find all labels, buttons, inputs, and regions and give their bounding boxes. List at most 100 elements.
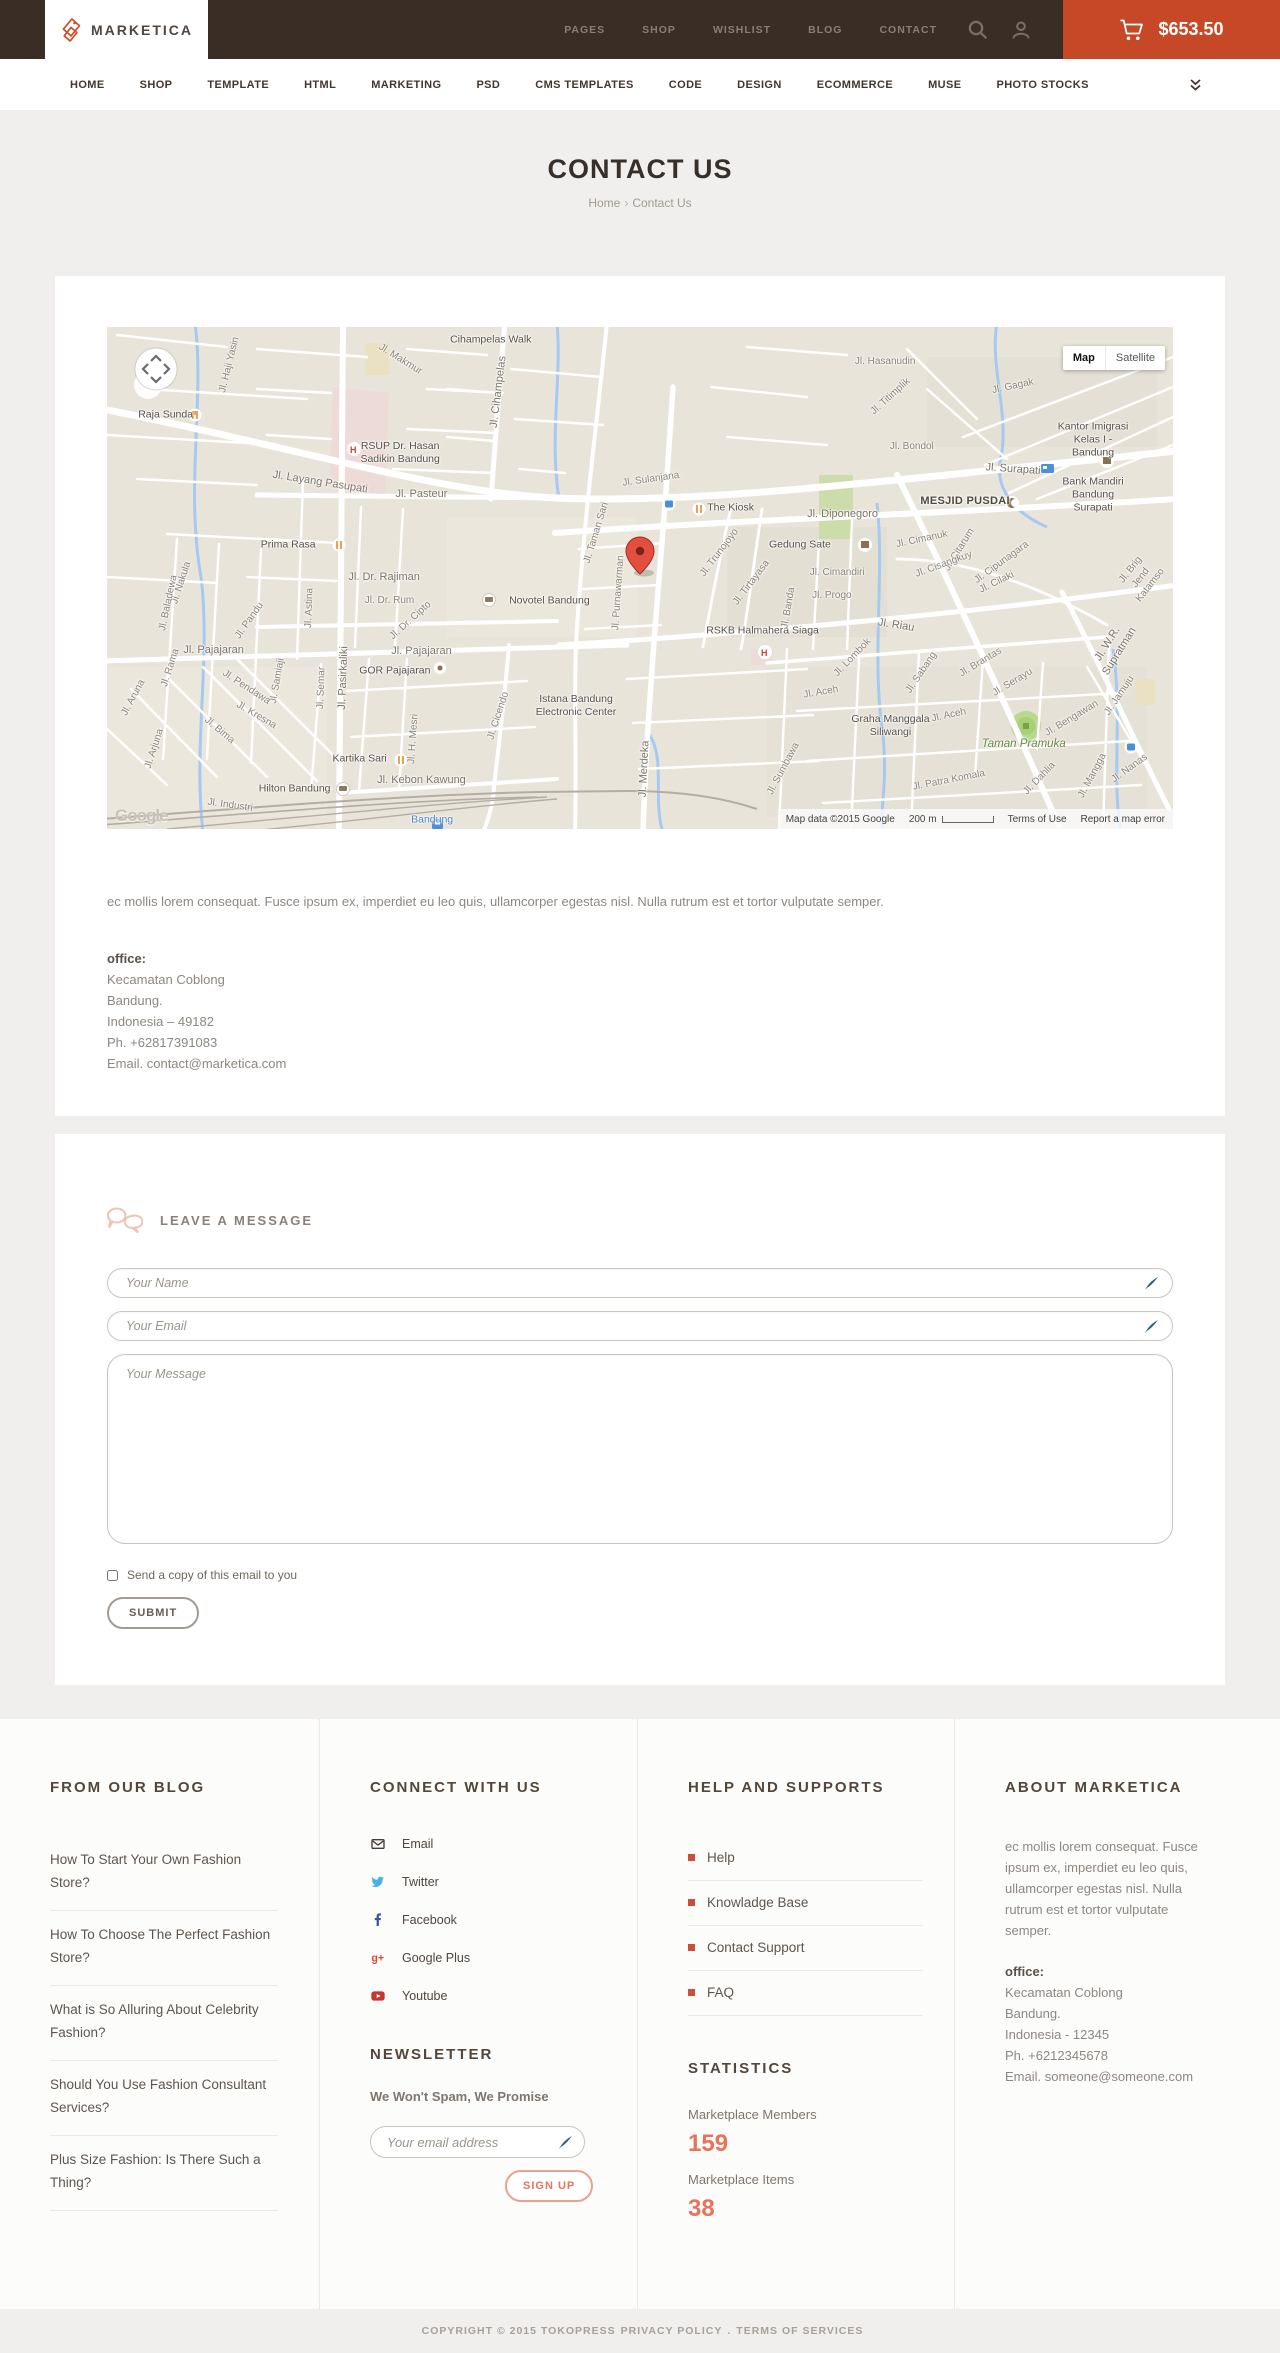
map-scale: 200 m bbox=[909, 814, 994, 825]
map-canvas[interactable]: H H bbox=[107, 327, 1173, 829]
help-list: Help Knowladge Base Contact Support FAQ bbox=[688, 1836, 923, 2016]
social-icon bbox=[370, 1988, 386, 2004]
blog-post-link[interactable]: Should You Use Fashion Consultant Servic… bbox=[50, 2077, 266, 2115]
blog-post-link[interactable]: How To Choose The Perfect Fashion Store? bbox=[50, 1927, 270, 1965]
address-line: Bandung. bbox=[1005, 2006, 1061, 2021]
map-type-control: Map Satellite bbox=[1062, 346, 1165, 370]
blog-list-item: How To Start Your Own Fashion Store? bbox=[50, 1836, 278, 1911]
contact-card: H H Cihampelas Walk Jl. Hasanudin Jl. Ci… bbox=[55, 276, 1225, 1116]
shopping-poi-icon bbox=[1124, 740, 1138, 754]
newsletter-email-input[interactable] bbox=[370, 2126, 585, 2158]
statistic-item: Marketplace Members 159 bbox=[688, 2107, 926, 2158]
submit-button[interactable]: SUBMIT bbox=[107, 1597, 200, 1629]
terms-of-use-link[interactable]: Terms of Use bbox=[1008, 814, 1067, 825]
social-link[interactable]: Google Plus bbox=[402, 1951, 470, 1965]
send-copy-label: Send a copy of this email to you bbox=[127, 1568, 298, 1582]
social-link[interactable]: Facebook bbox=[402, 1913, 457, 1927]
social-list-item[interactable]: Google Plus bbox=[370, 1950, 609, 1966]
blog-post-link[interactable]: Plus Size Fashion: Is There Such a Thing… bbox=[50, 2152, 261, 2190]
category-nav-link[interactable]: SHOP bbox=[140, 79, 173, 91]
help-link[interactable]: Contact Support bbox=[707, 1940, 805, 1955]
category-nav-link[interactable]: TEMPLATE bbox=[207, 79, 269, 91]
newsletter-heading: NEWSLETTER bbox=[370, 2046, 494, 2063]
more-categories-button[interactable] bbox=[1189, 78, 1202, 92]
office-address-block: office: Kecamatan Coblong Bandung. Indones… bbox=[107, 948, 1173, 1074]
page-title: CONTACT US bbox=[547, 154, 733, 184]
top-nav-link[interactable]: SHOP bbox=[642, 24, 676, 36]
google-map[interactable]: H H Cihampelas Walk Jl. Hasanudin Jl. Ci… bbox=[107, 327, 1173, 829]
breadcrumb-current: Contact Us bbox=[632, 196, 692, 210]
cart-icon bbox=[1120, 19, 1144, 40]
satellite-view-button[interactable]: Satellite bbox=[1104, 346, 1165, 370]
google-logo[interactable]: Google bbox=[115, 806, 169, 826]
privacy-policy-link[interactable]: PRIVACY POLICY bbox=[621, 2325, 723, 2337]
category-nav-link[interactable]: MUSE bbox=[928, 79, 961, 91]
social-list-item[interactable]: Twitter bbox=[370, 1874, 609, 1890]
category-nav-link[interactable]: MARKETING bbox=[371, 79, 441, 91]
hospital-poi-icon: H bbox=[758, 645, 772, 659]
top-nav-link[interactable]: PAGES bbox=[564, 24, 605, 36]
statistic-value: 159 bbox=[688, 2130, 729, 2157]
svg-text:H: H bbox=[761, 648, 768, 658]
address-line: Email. someone@someone.com bbox=[1005, 2069, 1194, 2084]
cart-button[interactable]: $653.50 bbox=[1063, 0, 1280, 59]
category-nav-link[interactable]: HOME bbox=[70, 79, 105, 91]
address-line: Kecamatan Coblong bbox=[1005, 1985, 1123, 2000]
map-view-button[interactable]: Map bbox=[1062, 346, 1105, 370]
bullet-square-icon bbox=[688, 1989, 695, 1996]
social-list-item[interactable]: Email bbox=[370, 1836, 609, 1852]
social-list-item[interactable]: Facebook bbox=[370, 1912, 609, 1928]
category-nav-link[interactable]: ECOMMERCE bbox=[817, 79, 893, 91]
breadcrumb-home-link[interactable]: Home bbox=[588, 196, 620, 210]
help-link[interactable]: Help bbox=[707, 1850, 735, 1865]
restaurant-poi-icon bbox=[188, 408, 202, 422]
about-heading: ABOUT MARKETICA bbox=[1005, 1779, 1183, 1796]
address-line: Ph. +62817391083 bbox=[107, 1035, 218, 1050]
category-nav-link[interactable]: PSD bbox=[476, 79, 500, 91]
social-list-item[interactable]: Youtube bbox=[370, 1988, 609, 2004]
send-copy-checkbox[interactable] bbox=[107, 1569, 118, 1581]
address-line: Bandung. bbox=[107, 993, 163, 1008]
social-link[interactable]: Youtube bbox=[402, 1989, 447, 2003]
category-nav-link[interactable]: DESIGN bbox=[737, 79, 782, 91]
category-nav: HOME SHOP TEMPLATE HTML MARKETING PSD CMS TEMP… bbox=[0, 59, 1280, 110]
message-textarea[interactable] bbox=[107, 1354, 1173, 1544]
statistics-heading: STATISTICS bbox=[688, 2060, 794, 2077]
name-input[interactable] bbox=[107, 1268, 1173, 1298]
pen-icon bbox=[1144, 1276, 1159, 1291]
signup-button[interactable]: SIGN UP bbox=[505, 2170, 594, 2202]
category-nav-link[interactable]: PHOTO STOCKS bbox=[996, 79, 1088, 91]
statistic-label: Marketplace Members bbox=[688, 2107, 817, 2122]
brand-logo[interactable]: MARKETICA bbox=[45, 0, 208, 59]
office-label: office: bbox=[1005, 1964, 1044, 1979]
blog-list-item: Should You Use Fashion Consultant Servic… bbox=[50, 2061, 278, 2136]
blog-post-link[interactable]: How To Start Your Own Fashion Store? bbox=[50, 1852, 241, 1890]
help-link[interactable]: Knowladge Base bbox=[707, 1895, 808, 1910]
bank-poi-icon bbox=[1041, 464, 1054, 473]
blog-post-link[interactable]: What is So Alluring About Celebrity Fash… bbox=[50, 2002, 259, 2040]
category-nav-link[interactable]: CODE bbox=[669, 79, 702, 91]
statistics-list: Marketplace Members 159 Marketplace Item… bbox=[688, 2107, 926, 2223]
pen-icon bbox=[558, 2135, 573, 2150]
address-line: Kecamatan Coblong bbox=[107, 972, 225, 987]
top-nav-link[interactable]: CONTACT bbox=[879, 24, 937, 36]
blog-list-item: Plus Size Fashion: Is There Such a Thing… bbox=[50, 2136, 278, 2211]
top-nav-link[interactable]: BLOG bbox=[808, 24, 842, 36]
search-icon[interactable] bbox=[967, 19, 989, 41]
help-list-item: Help bbox=[688, 1836, 923, 1881]
blog-heading: FROM OUR BLOG bbox=[50, 1779, 206, 1796]
social-icon bbox=[370, 1836, 386, 1852]
hotel-poi-icon bbox=[336, 782, 350, 796]
map-scale-bar bbox=[941, 815, 994, 823]
email-input[interactable] bbox=[107, 1311, 1173, 1341]
top-nav-link[interactable]: WISHLIST bbox=[713, 24, 771, 36]
social-link[interactable]: Email bbox=[402, 1837, 433, 1851]
report-map-error-link[interactable]: Report a map error bbox=[1081, 814, 1165, 825]
statistic-value: 38 bbox=[688, 2195, 715, 2222]
social-link[interactable]: Twitter bbox=[402, 1875, 439, 1889]
user-account-icon[interactable] bbox=[1011, 20, 1031, 40]
terms-of-services-link[interactable]: TERMS OF SERVICES bbox=[736, 2325, 863, 2337]
category-nav-link[interactable]: HTML bbox=[304, 79, 336, 91]
category-nav-link[interactable]: CMS TEMPLATES bbox=[535, 79, 634, 91]
help-link[interactable]: FAQ bbox=[707, 1985, 734, 2000]
